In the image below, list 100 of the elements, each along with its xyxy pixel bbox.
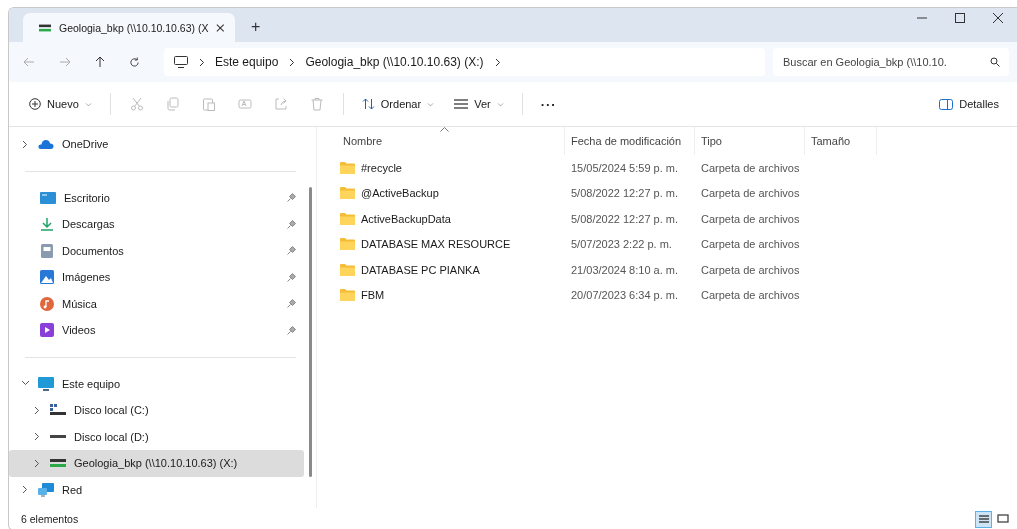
scrollbar-thumb[interactable] [309, 187, 312, 477]
cut-icon[interactable] [129, 97, 144, 111]
chevron-icon [198, 57, 205, 67]
item-count: 6 elementos [21, 513, 79, 525]
sort-caret-icon [440, 127, 449, 132]
table-cell-text: 21/03/2024 8:10 a. m. [570, 263, 680, 276]
tab-title: Geologia_bkp (\\10.10.10.63) (X [59, 21, 209, 34]
caret-icon [84, 101, 92, 107]
forward-arrow-icon[interactable] [59, 57, 71, 67]
column-header[interactable]: Tamaño [805, 127, 877, 155]
pin-icon[interactable] [287, 325, 296, 335]
pin-icon[interactable] [287, 246, 296, 256]
folder-icon [340, 238, 355, 251]
table-cell-text: Carpeta de archivos [700, 161, 801, 174]
column-header[interactable]: Nombre [335, 127, 565, 155]
chevron-icon [288, 57, 296, 67]
table-cell-text: Carpeta de archivos [700, 212, 801, 225]
table-cell-text: 5/07/2023 2:22 p. m. [570, 238, 673, 251]
new-tab-button[interactable]: + [245, 18, 267, 36]
file-name[interactable]: ActiveBackupData [361, 212, 451, 225]
refresh-icon[interactable] [129, 56, 140, 68]
document-icon [40, 243, 54, 258]
close-icon[interactable] [216, 22, 225, 33]
table-cell-text: Carpeta de archivos [700, 289, 801, 302]
breadcrumb[interactable]: Geologia_bkp (\\10.10.10.63) (X:) [305, 55, 484, 69]
chevron-icon[interactable] [33, 458, 42, 468]
details-view-button[interactable] [975, 510, 992, 528]
table-cell-text: Carpeta de archivos [700, 238, 801, 251]
image-icon [40, 270, 54, 285]
tree-item[interactable]: Disco local (D:) [9, 423, 304, 450]
sort-arrows-icon [361, 98, 375, 110]
tree-item[interactable]: Disco local (C:) [9, 397, 304, 424]
address-bar[interactable]: Este equipo Geologia_bkp (\\10.10.10.63) (X:) [164, 48, 765, 76]
chevron-icon[interactable] [33, 432, 42, 442]
folder-icon [340, 212, 355, 225]
tile-icon [996, 514, 1009, 524]
list-icon [454, 99, 469, 109]
details-button[interactable]: Detalles [931, 94, 1007, 114]
maximize-icon[interactable] [955, 13, 965, 23]
breadcrumb[interactable]: Este equipo [215, 55, 279, 69]
table-cell-text: Carpeta de archivos [700, 263, 801, 276]
folder-icon [340, 263, 355, 276]
share-icon[interactable] [273, 97, 288, 111]
rename-icon[interactable] [237, 97, 252, 111]
column-header[interactable]: Tipo [695, 127, 805, 155]
chevron-icon[interactable] [493, 57, 501, 67]
sidebar-item[interactable]: Videos [9, 317, 304, 344]
new-button[interactable]: Nuevo [21, 94, 100, 114]
back-arrow-icon[interactable] [23, 57, 35, 67]
pin-icon[interactable] [287, 219, 296, 229]
chevron-icon[interactable] [21, 485, 30, 495]
up-arrow-icon[interactable] [95, 56, 105, 68]
network-drive-icon [50, 459, 66, 468]
sidebar-item[interactable]: OneDrive [9, 131, 304, 158]
sidebar-item[interactable]: Imágenes [9, 264, 304, 291]
column-header[interactable]: Fecha de modificación [565, 127, 695, 155]
file-name[interactable]: FBM [361, 289, 385, 302]
table-cell-text: 20/07/2023 6:34 p. m. [570, 289, 680, 302]
more-button[interactable]: ··· [532, 92, 565, 116]
monitor-icon [38, 376, 54, 391]
desktop-icon [40, 191, 56, 204]
caret-icon [496, 101, 504, 107]
search-icon [990, 57, 1000, 67]
system-drive-icon [50, 404, 66, 417]
cloud-icon [38, 139, 54, 150]
file-name[interactable]: #recycle [361, 161, 402, 174]
download-icon [40, 217, 54, 232]
monitor-icon [174, 56, 188, 68]
tree-item[interactable]: Geologia_bkp (\\10.10.10.63) (X:) [9, 450, 304, 477]
table-cell-text: Carpeta de archivos [700, 187, 801, 200]
tree-item[interactable]: Red [9, 476, 304, 503]
sort-button[interactable]: Ordenar [353, 94, 443, 114]
caret-icon [427, 101, 435, 107]
pin-icon[interactable] [287, 193, 296, 203]
list-icon [977, 514, 990, 524]
drive-icon [50, 435, 66, 439]
video-icon [40, 323, 54, 338]
view-button[interactable]: Ver [446, 94, 512, 114]
chevron-icon[interactable] [33, 405, 42, 415]
close-icon[interactable] [993, 13, 1003, 23]
pin-icon[interactable] [287, 299, 296, 309]
file-name[interactable]: DATABASE PC PIANKA [361, 263, 480, 276]
folder-icon [340, 187, 355, 200]
folder-icon [340, 161, 355, 174]
tree-item[interactable]: Este equipo [9, 370, 304, 397]
trash-icon[interactable] [309, 97, 324, 111]
table-cell-text: 5/08/2022 12:27 p. m. [570, 212, 680, 225]
sidebar-item[interactable]: Escritorio [9, 184, 304, 211]
sidebar-item[interactable]: Documentos [9, 237, 304, 264]
search-field[interactable]: Buscar en Geologia_bkp (\\10.10. [773, 48, 1009, 76]
sidebar-item[interactable]: Música [9, 290, 304, 317]
file-name[interactable]: DATABASE MAX RESOURCE [361, 238, 511, 251]
sidebar-item[interactable]: Descargas [9, 211, 304, 238]
details-pane-icon [939, 98, 954, 110]
chevron-icon[interactable] [21, 139, 30, 149]
table-cell-text: 5/08/2022 12:27 p. m. [570, 187, 680, 200]
file-name[interactable]: @ActiveBackup [361, 187, 439, 200]
tab[interactable]: Geologia_bkp (\\10.10.10.63) (X [23, 13, 235, 42]
pin-icon[interactable] [287, 272, 296, 282]
paste-icon[interactable] [201, 97, 216, 111]
